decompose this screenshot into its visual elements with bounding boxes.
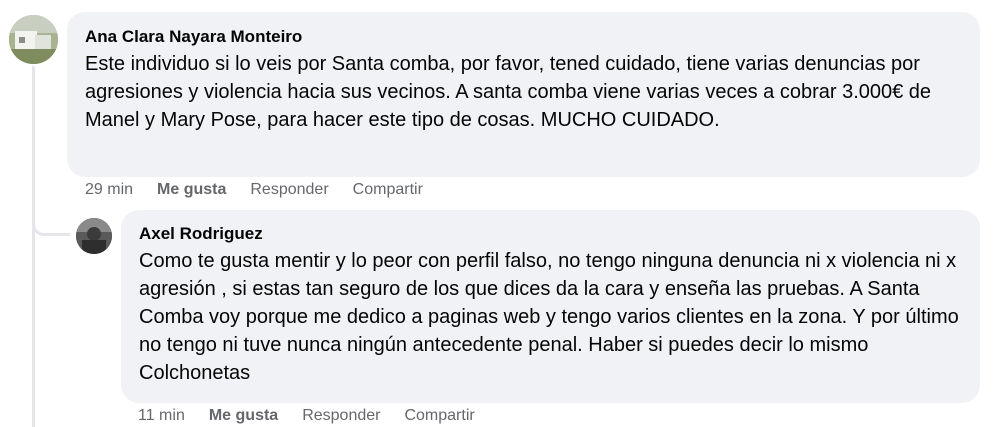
comment-text: Este individuo si lo veis por Santa comb… — [85, 53, 932, 131]
share-button[interactable]: Compartir — [353, 181, 423, 199]
avatar[interactable] — [9, 15, 58, 64]
like-button[interactable]: Me gusta — [209, 407, 278, 425]
profile-photo-icon — [76, 218, 112, 254]
comment-actions: 11 min Me gusta Responder Compartir — [138, 407, 499, 425]
profile-photo-icon — [9, 15, 58, 64]
comment-bubble: Ana Clara Nayara Monteiro Este individuo… — [67, 12, 980, 177]
reply-button[interactable]: Responder — [250, 181, 328, 199]
comment-time[interactable]: 29 min — [85, 181, 133, 199]
comment-author[interactable]: Ana Clara Nayara Monteiro — [85, 26, 962, 48]
comment-actions: 29 min Me gusta Responder Compartir — [85, 181, 447, 199]
comment-bubble: Axel Rodriguez Como te gusta mentir y lo… — [121, 210, 980, 403]
thread-line — [32, 66, 35, 427]
comment-author[interactable]: Axel Rodriguez — [139, 223, 962, 245]
avatar[interactable] — [76, 218, 112, 254]
comment-thread: Ana Clara Nayara Monteiro Este individuo… — [0, 0, 997, 427]
comment-text: Como te gusta mentir y lo peor con perfi… — [139, 250, 959, 384]
like-button[interactable]: Me gusta — [157, 181, 226, 199]
comment-time[interactable]: 11 min — [138, 407, 185, 425]
reply-button[interactable]: Responder — [302, 407, 380, 425]
reply-connector — [32, 196, 70, 236]
share-button[interactable]: Compartir — [404, 407, 474, 425]
